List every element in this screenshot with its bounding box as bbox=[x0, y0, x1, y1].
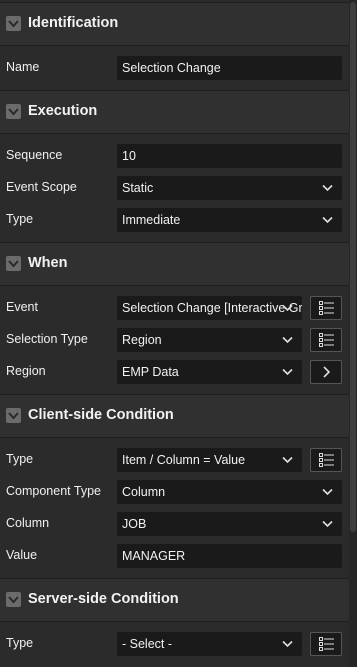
property-row-column: Column JOB bbox=[0, 508, 349, 540]
property-row-value: Value MANAGER bbox=[0, 540, 349, 572]
field-value: Static bbox=[122, 181, 154, 195]
property-row-selection-type: Selection Type Region bbox=[0, 324, 349, 356]
collapse-toggle-icon[interactable] bbox=[6, 256, 21, 271]
execution-type-select[interactable]: Immediate bbox=[117, 208, 342, 232]
section-header[interactable]: When bbox=[0, 242, 349, 286]
selection-type-select[interactable]: Region bbox=[117, 328, 302, 352]
field-value: JOB bbox=[122, 517, 147, 531]
property-row-name: Name Selection Change bbox=[0, 52, 349, 84]
list-of-values-button[interactable] bbox=[310, 448, 342, 472]
property-label: Selection Type bbox=[6, 332, 88, 346]
property-row-event: Event Selection Change [Interactive Grid… bbox=[0, 292, 349, 324]
section-title: Server-side Condition bbox=[28, 591, 179, 607]
field-value: Immediate bbox=[122, 213, 181, 227]
chevron-right-icon bbox=[323, 366, 331, 378]
chevron-down-icon bbox=[282, 640, 293, 648]
property-label: Region bbox=[6, 364, 46, 378]
section-title: Identification bbox=[28, 15, 119, 31]
column-select[interactable]: JOB bbox=[117, 512, 342, 536]
property-label: Type bbox=[6, 212, 34, 226]
collapse-toggle-icon[interactable] bbox=[6, 408, 21, 423]
property-row-condition-type: Type Item / Column = Value bbox=[0, 444, 349, 476]
event-select[interactable]: Selection Change [Interactive Grid] bbox=[117, 296, 302, 320]
section-header[interactable]: Execution bbox=[0, 90, 349, 134]
property-label: Type bbox=[6, 636, 34, 650]
field-value: Selection Change bbox=[122, 61, 221, 75]
event-scope-select[interactable]: Static bbox=[117, 176, 342, 200]
property-row-sequence: Sequence 10 bbox=[0, 140, 349, 172]
field-value: Item / Column = Value bbox=[122, 453, 246, 467]
field-value: Selection Change [Interactive Grid] bbox=[122, 301, 302, 315]
property-label: Event Scope bbox=[6, 180, 77, 194]
field-value: EMP Data bbox=[122, 365, 179, 379]
property-label: Type bbox=[6, 452, 34, 466]
collapse-toggle-icon[interactable] bbox=[6, 16, 21, 31]
field-value: Column bbox=[122, 485, 166, 499]
property-label: Component Type bbox=[6, 484, 101, 498]
name-input[interactable]: Selection Change bbox=[117, 56, 342, 80]
chevron-down-icon bbox=[282, 304, 293, 312]
property-label: Column bbox=[6, 516, 50, 530]
list-icon bbox=[319, 453, 334, 467]
property-label: Value bbox=[6, 548, 38, 562]
vertical-scrollbar[interactable] bbox=[349, 0, 357, 667]
field-value: MANAGER bbox=[122, 549, 186, 563]
section-title: When bbox=[28, 255, 68, 271]
collapse-toggle-icon[interactable] bbox=[6, 104, 21, 119]
field-value: 10 bbox=[122, 149, 136, 163]
property-row-component-type: Component Type Column bbox=[0, 476, 349, 508]
condition-type-select[interactable]: Item / Column = Value bbox=[117, 448, 302, 472]
property-row-event-scope: Event Scope Static bbox=[0, 172, 349, 204]
region-select[interactable]: EMP Data bbox=[117, 360, 302, 384]
property-row-server-type: Type - Select - bbox=[0, 628, 349, 660]
list-of-values-button[interactable] bbox=[310, 632, 342, 656]
scrollbar-thumb[interactable] bbox=[350, 2, 356, 532]
chevron-down-icon bbox=[282, 336, 293, 344]
collapse-toggle-icon[interactable] bbox=[6, 592, 21, 607]
property-label: Name bbox=[6, 60, 40, 74]
chevron-down-icon bbox=[322, 488, 333, 496]
chevron-down-icon bbox=[322, 216, 333, 224]
field-value: - Select - bbox=[122, 637, 173, 651]
section-title: Client-side Condition bbox=[28, 407, 174, 423]
property-label: Event bbox=[6, 300, 38, 314]
property-editor: Identification Name Selection Change Exe… bbox=[0, 0, 349, 667]
section-title: Execution bbox=[28, 103, 98, 119]
section-header[interactable]: Identification bbox=[0, 2, 349, 46]
go-to-region-button[interactable] bbox=[310, 360, 342, 384]
chevron-down-icon bbox=[282, 368, 293, 376]
component-type-select[interactable]: Column bbox=[117, 480, 342, 504]
property-row-region: Region EMP Data bbox=[0, 356, 349, 388]
list-of-values-button[interactable] bbox=[310, 328, 342, 352]
section-header[interactable]: Client-side Condition bbox=[0, 394, 349, 438]
list-icon bbox=[319, 301, 334, 315]
value-input[interactable]: MANAGER bbox=[117, 544, 342, 568]
section-header[interactable]: Server-side Condition bbox=[0, 578, 349, 622]
field-value: Region bbox=[122, 333, 162, 347]
chevron-down-icon bbox=[322, 184, 333, 192]
server-condition-type-select[interactable]: - Select - bbox=[117, 632, 302, 656]
chevron-down-icon bbox=[282, 456, 293, 464]
list-icon bbox=[319, 333, 334, 347]
property-label: Sequence bbox=[6, 148, 63, 162]
chevron-down-icon bbox=[322, 520, 333, 528]
list-of-values-button[interactable] bbox=[310, 296, 342, 320]
property-row-type: Type Immediate bbox=[0, 204, 349, 236]
list-icon bbox=[319, 637, 334, 651]
sequence-input[interactable]: 10 bbox=[117, 144, 342, 168]
